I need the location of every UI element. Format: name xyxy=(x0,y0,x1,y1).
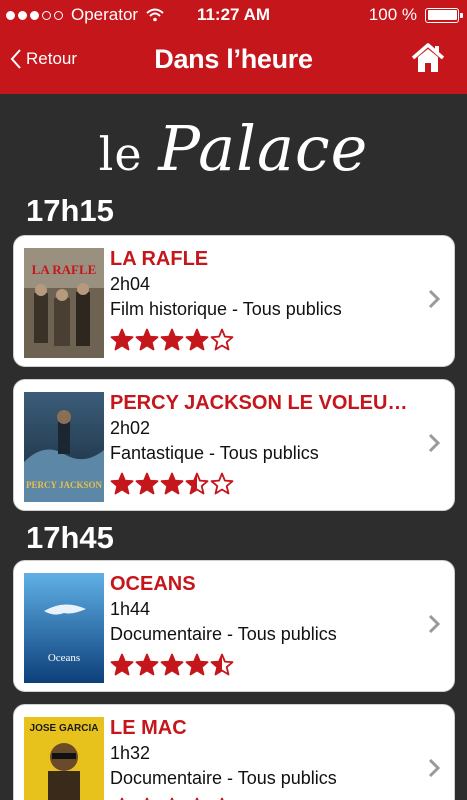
movie-title: OCEANS xyxy=(110,573,196,595)
movie-genre: Documentaire - Tous publics xyxy=(110,624,337,644)
star-rating xyxy=(110,471,420,497)
status-bar: Operator 11:27 AM 100 % xyxy=(0,0,467,30)
star-icon xyxy=(185,472,209,495)
star-icon xyxy=(135,472,159,495)
chevron-right-icon xyxy=(428,289,440,309)
svg-text:PERCY JACKSON: PERCY JACKSON xyxy=(26,480,102,490)
star-icon xyxy=(110,472,134,495)
star-rating xyxy=(110,652,420,678)
movie-title: LE MAC xyxy=(110,717,187,739)
showtime-header: 17h15 xyxy=(26,193,114,228)
nav-bar: Retour Dans l’heure xyxy=(0,30,467,94)
star-icon xyxy=(135,653,159,676)
movie-card[interactable]: JOSE GARCIA LE MAC 1h32 Documentaire - T… xyxy=(13,704,455,800)
star-icon xyxy=(160,653,184,676)
movie-poster: Oceans xyxy=(24,573,104,683)
star-rating xyxy=(110,327,420,353)
star-icon xyxy=(135,328,159,351)
movie-card[interactable]: Oceans OCEANS 1h44 Documentaire - Tous p… xyxy=(13,560,455,692)
movie-genre: Documentaire - Tous publics xyxy=(110,768,337,788)
star-icon xyxy=(160,472,184,495)
movie-title: LA RAFLE xyxy=(110,248,209,270)
movie-poster: PERCY JACKSON xyxy=(24,392,104,502)
movie-poster: JOSE GARCIA xyxy=(24,717,104,800)
chevron-right-icon xyxy=(428,758,440,778)
movie-duration: 2h04 xyxy=(110,274,151,294)
movie-title: PERCY JACKSON LE VOLEUR D... xyxy=(110,392,420,414)
star-icon xyxy=(210,653,234,676)
movie-duration: 2h02 xyxy=(110,418,151,438)
svg-text:JOSE GARCIA: JOSE GARCIA xyxy=(30,723,99,734)
chevron-right-icon xyxy=(428,433,440,453)
star-icon xyxy=(185,328,209,351)
movie-card[interactable]: PERCY JACKSON PERCY JACKSON LE VOLEUR D.… xyxy=(13,379,455,511)
star-icon xyxy=(110,328,134,351)
movie-genre: Film historique - Tous publics xyxy=(110,299,342,319)
star-icon xyxy=(210,472,234,495)
movie-poster: LA RAFLE xyxy=(24,248,104,358)
showtime-header: 17h45 xyxy=(26,520,114,555)
svg-text:Oceans: Oceans xyxy=(48,652,80,664)
page-title: Dans l’heure xyxy=(154,44,313,74)
chevron-right-icon xyxy=(428,614,440,634)
star-icon xyxy=(210,328,234,351)
movie-duration: 1h44 xyxy=(110,599,151,619)
star-icon xyxy=(110,653,134,676)
star-rating xyxy=(110,796,420,800)
home-button[interactable] xyxy=(411,42,445,79)
star-icon xyxy=(160,328,184,351)
home-icon xyxy=(411,43,445,72)
svg-text:LA RAFLE: LA RAFLE xyxy=(32,262,97,277)
movie-card[interactable]: LA RAFLE LA RAFLE 2h04 Film historique -… xyxy=(13,235,455,367)
star-icon xyxy=(185,653,209,676)
cinema-logo: le Palace xyxy=(98,112,369,185)
movie-genre: Fantastique - Tous publics xyxy=(110,443,319,463)
movie-duration: 1h32 xyxy=(110,743,151,763)
battery-icon xyxy=(425,7,463,23)
battery-percent: 100 % xyxy=(368,5,417,24)
